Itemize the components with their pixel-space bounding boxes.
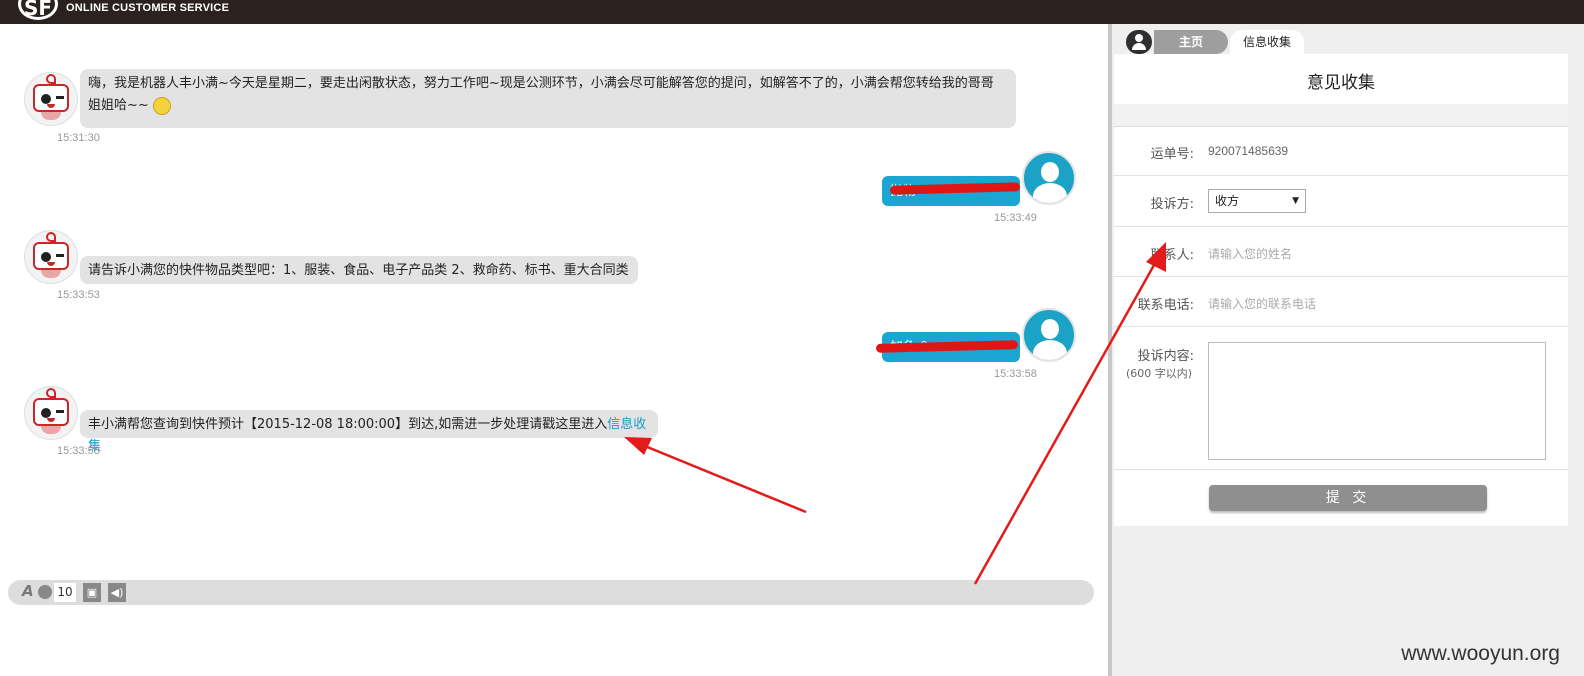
save-icon[interactable]: ▣ [83,583,101,602]
complaint-content-textarea[interactable] [1208,342,1546,460]
message-time: 15:31:30 [57,132,100,144]
complaint-party-select[interactable]: 收方 ▼ [1208,189,1306,213]
phone-input[interactable]: 请输入您的联系电话 [1208,295,1316,312]
row-divider [1114,226,1568,227]
phone-label: 联系电话: [1137,298,1194,313]
message-time: 15:33:49 [994,212,1037,224]
user-profile-icon[interactable] [1126,30,1152,54]
form-header-gap [1114,104,1568,127]
waybill-label: 运单号: [1150,147,1194,162]
complaint-party-value: 收方 [1215,194,1240,208]
contact-name-input[interactable]: 请输入您的姓名 [1208,245,1292,262]
waybill-value: 920071485639 [1208,144,1289,158]
bot-message-text: 请告诉小满您的快件物品类型吧：1、服装、食品、电子产品类 2、救命药、标书、重大… [88,263,629,278]
message-time: 15:33:53 [57,289,100,301]
contact-label: 联系人: [1150,248,1194,263]
chat-toolbar: A 10 ▣ ◀) [8,580,1094,605]
feedback-form: 意见收集 运单号: 920071485639 投诉方: 收方 ▼ 联系人: 请输… [1114,54,1568,526]
dropdown-arrow-icon: ▼ [1292,196,1299,206]
row-divider [1114,326,1568,327]
top-bar: SF ONLINE CUSTOMER SERVICE [0,0,1584,24]
brand-title: ONLINE CUSTOMER SERVICE [66,2,230,14]
row-divider [1114,276,1568,277]
bot-avatar [24,386,78,440]
font-size-input[interactable]: 10 [54,583,76,602]
sf-logo: SF [18,0,58,20]
user-avatar [1022,151,1076,205]
user-avatar [1022,308,1076,362]
message-time: 15:33:58 [57,445,100,457]
form-title: 意见收集 [1307,73,1375,93]
emoji-icon[interactable] [38,585,52,599]
smiley-emoji-icon [152,96,171,115]
bot-message-text: 丰小满帮您查询到快件预计【2015-12-08 18:00:00】到达,如需进一… [88,417,608,432]
bot-avatar [24,72,78,126]
bot-message: 丰小满帮您查询到快件预计【2015-12-08 18:00:00】到达,如需进一… [80,410,658,454]
bot-message: 嗨，我是机器人丰小满~今天是星期二，要走出闲散状态，努力工作吧~现是公测环节，小… [80,69,1016,128]
message-time: 15:33:58 [994,368,1037,380]
watermark: www.wooyun.org [1401,642,1560,665]
tab-home[interactable]: 主页 [1154,30,1228,54]
sound-icon[interactable]: ◀) [108,583,126,602]
complaint-content-label: 投诉内容: [1137,349,1194,364]
font-style-button[interactable]: A [22,582,34,601]
bot-message-text: 嗨，我是机器人丰小满~今天是星期二，要走出闲散状态，努力工作吧~现是公测环节，小… [88,76,994,91]
bot-message-text-cont: 姐姐哈~~ [88,98,149,113]
content-limit-note: (600 字以内) [1126,367,1193,380]
row-divider [1114,469,1568,470]
tab-info-collect[interactable]: 信息收集 [1230,30,1304,54]
complaint-party-label: 投诉方: [1150,197,1194,212]
bot-avatar [24,230,78,284]
row-divider [1114,175,1568,176]
submit-button[interactable]: 提 交 [1209,485,1487,511]
bot-message: 请告诉小满您的快件物品类型吧：1、服装、食品、电子产品类 2、救命药、标书、重大… [80,256,638,284]
